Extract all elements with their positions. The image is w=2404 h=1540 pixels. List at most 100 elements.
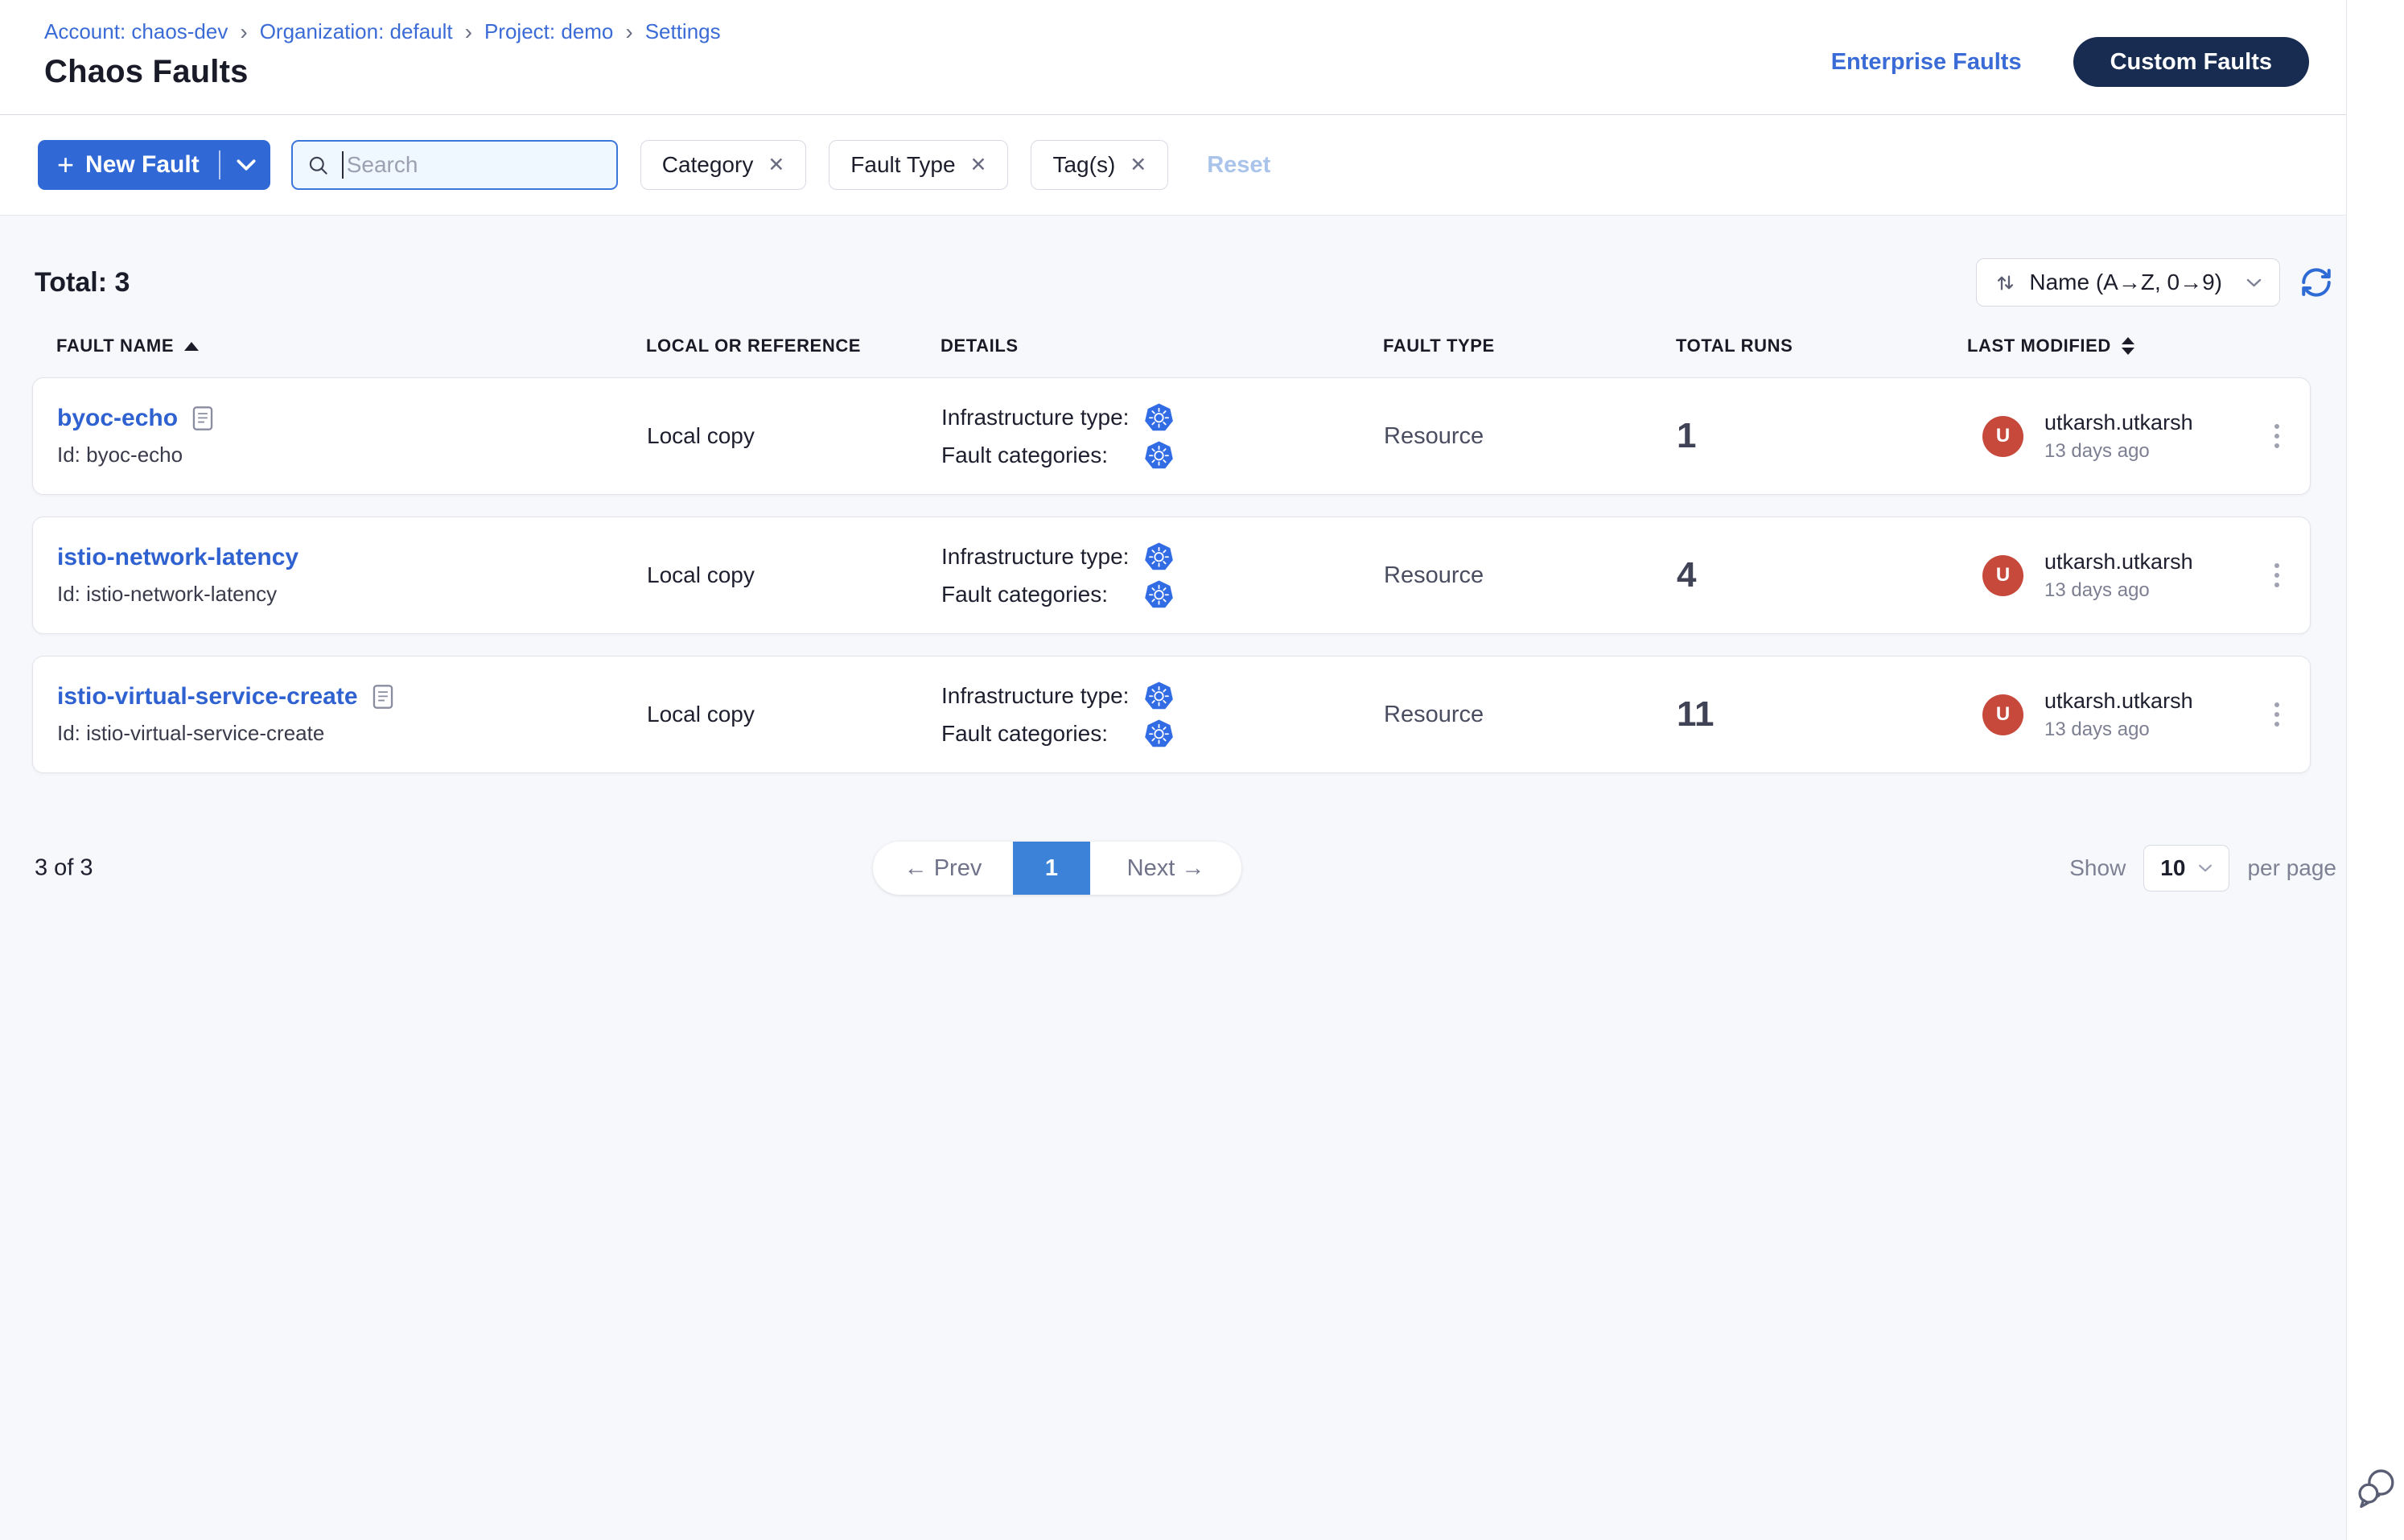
column-label: FAULT NAME bbox=[56, 336, 174, 356]
last-modified-cell: U utkarsh.utkarsh 13 days ago bbox=[1944, 689, 2310, 741]
pager: ← Prev 1 Next → bbox=[873, 842, 1241, 895]
list-header: Total: 3 Name (A→Z, 0→9) bbox=[35, 258, 2335, 307]
infrastructure-type-label: Infrastructure type: bbox=[941, 405, 1144, 430]
fault-id: Id: byoc-echo bbox=[57, 443, 623, 467]
kubernetes-icon[interactable] bbox=[1144, 440, 1174, 470]
kubernetes-icon[interactable] bbox=[1144, 719, 1174, 748]
column-label: DETAILS bbox=[941, 336, 1019, 356]
chevron-down-icon bbox=[2198, 864, 2213, 872]
page-header: Account: chaos-dev › Organization: defau… bbox=[0, 0, 2346, 115]
next-page-button[interactable]: Next → bbox=[1090, 842, 1241, 895]
help-chat-button[interactable] bbox=[2353, 1464, 2399, 1514]
page-size-value: 10 bbox=[2160, 855, 2185, 881]
show-label: Show bbox=[2069, 855, 2126, 881]
kubernetes-icon[interactable] bbox=[1144, 681, 1174, 710]
modified-by-user: utkarsh.utkarsh bbox=[2044, 410, 2193, 435]
fault-name-cell: byoc-echo Id: byoc-echo bbox=[33, 405, 623, 467]
reset-filters-button[interactable]: Reset bbox=[1207, 152, 1270, 179]
column-header-details: DETAILS bbox=[916, 336, 1359, 356]
fault-name-link[interactable]: istio-network-latency bbox=[57, 544, 298, 571]
remove-filter-icon[interactable]: ✕ bbox=[768, 155, 784, 175]
content-area: Total: 3 Name (A→Z, 0→9) bbox=[0, 216, 2346, 1540]
avatar: U bbox=[1982, 555, 2023, 596]
app-root: Account: chaos-dev › Organization: defau… bbox=[0, 0, 2404, 1540]
column-label: LOCAL OR REFERENCE bbox=[646, 336, 861, 356]
kubernetes-icon[interactable] bbox=[1144, 402, 1174, 432]
breadcrumb-settings-link[interactable]: Settings bbox=[645, 19, 721, 44]
total-runs-cell: 1 bbox=[1653, 416, 1944, 456]
fault-type-cell: Resource bbox=[1360, 562, 1653, 589]
modified-time: 13 days ago bbox=[2044, 440, 2193, 463]
breadcrumb-account-link[interactable]: Account: chaos-dev bbox=[44, 19, 228, 44]
column-header-last-modified[interactable]: LAST MODIFIED bbox=[1943, 336, 2311, 356]
column-header-local-or-reference: LOCAL OR REFERENCE bbox=[622, 336, 916, 356]
fault-list: byoc-echo Id: byoc-echo Local copy Infra… bbox=[32, 377, 2311, 773]
chevron-down-icon bbox=[2246, 278, 2262, 287]
remove-filter-icon[interactable]: ✕ bbox=[970, 155, 987, 175]
fault-id: Id: istio-network-latency bbox=[57, 582, 623, 607]
refresh-button[interactable] bbox=[2298, 264, 2335, 301]
remove-filter-icon[interactable]: ✕ bbox=[1130, 155, 1146, 175]
fault-categories-label: Fault categories: bbox=[941, 582, 1144, 607]
doc-icon[interactable] bbox=[373, 684, 393, 710]
fault-name-link[interactable]: byoc-echo bbox=[57, 405, 178, 432]
table-row: byoc-echo Id: byoc-echo Local copy Infra… bbox=[32, 377, 2311, 495]
table-row: istio-virtual-service-create Id: istio-v… bbox=[32, 656, 2311, 773]
column-label: LAST MODIFIED bbox=[1967, 336, 2111, 356]
sort-area: Name (A→Z, 0→9) bbox=[1976, 258, 2335, 307]
row-menu-button[interactable] bbox=[2268, 418, 2286, 455]
row-menu-button[interactable] bbox=[2268, 696, 2286, 733]
column-header-total-runs: TOTAL RUNS bbox=[1652, 336, 1943, 356]
main-column: Account: chaos-dev › Organization: defau… bbox=[0, 0, 2346, 1540]
last-modified-cell: U utkarsh.utkarsh 13 days ago bbox=[1944, 550, 2310, 602]
modified-time: 13 days ago bbox=[2044, 579, 2193, 602]
fault-type-filter-pill[interactable]: Fault Type ✕ bbox=[829, 140, 1008, 190]
fault-type-cell: Resource bbox=[1360, 702, 1653, 728]
local-or-reference-cell: Local copy bbox=[623, 702, 917, 727]
avatar: U bbox=[1982, 416, 2023, 457]
text-caret bbox=[342, 151, 344, 179]
fault-categories-label: Fault categories: bbox=[941, 721, 1144, 747]
breadcrumb-project-link[interactable]: Project: demo bbox=[484, 19, 613, 44]
sort-asc-icon bbox=[184, 342, 199, 351]
doc-icon[interactable] bbox=[192, 406, 213, 431]
row-menu-button[interactable] bbox=[2268, 557, 2286, 594]
details-cell: Infrastructure type: Fault categories: bbox=[917, 681, 1360, 748]
sort-both-icon bbox=[2122, 337, 2134, 355]
enterprise-faults-link[interactable]: Enterprise Faults bbox=[1831, 49, 2022, 76]
modified-by-user: utkarsh.utkarsh bbox=[2044, 550, 2193, 574]
breadcrumb-separator: › bbox=[240, 22, 247, 43]
breadcrumb-org-link[interactable]: Organization: default bbox=[260, 19, 453, 44]
table-header-row: FAULT NAME LOCAL OR REFERENCE DETAILS FA… bbox=[32, 336, 2311, 356]
current-page-button[interactable]: 1 bbox=[1013, 842, 1090, 895]
sort-dropdown-label: Name (A→Z, 0→9) bbox=[2029, 270, 2222, 295]
kubernetes-icon[interactable] bbox=[1144, 541, 1174, 571]
total-runs-cell: 11 bbox=[1653, 694, 1944, 735]
search-input-wrapper[interactable] bbox=[291, 140, 618, 190]
prev-page-button[interactable]: ← Prev bbox=[873, 842, 1013, 895]
right-rail bbox=[2346, 0, 2404, 1540]
infrastructure-type-label: Infrastructure type: bbox=[941, 544, 1144, 570]
modified-time: 13 days ago bbox=[2044, 719, 2193, 741]
sort-dropdown[interactable]: Name (A→Z, 0→9) bbox=[1976, 258, 2280, 307]
local-or-reference-cell: Local copy bbox=[623, 423, 917, 449]
per-page-label: per page bbox=[2247, 855, 2336, 881]
breadcrumb-separator: › bbox=[625, 22, 632, 43]
search-input[interactable] bbox=[347, 152, 588, 178]
column-header-fault-name[interactable]: FAULT NAME bbox=[32, 336, 622, 356]
search-icon bbox=[307, 154, 329, 176]
custom-faults-button[interactable]: Custom Faults bbox=[2073, 37, 2309, 87]
kubernetes-icon[interactable] bbox=[1144, 579, 1174, 609]
tags-filter-pill[interactable]: Tag(s) ✕ bbox=[1031, 140, 1168, 190]
chevron-down-icon[interactable] bbox=[237, 159, 256, 171]
column-header-fault-type: FAULT TYPE bbox=[1359, 336, 1652, 356]
fault-categories-label: Fault categories: bbox=[941, 443, 1144, 468]
fault-name-link[interactable]: istio-virtual-service-create bbox=[57, 683, 358, 710]
breadcrumb-separator: › bbox=[465, 22, 472, 43]
new-fault-button[interactable]: + New Fault bbox=[38, 140, 270, 190]
fault-type-cell: Resource bbox=[1360, 423, 1653, 450]
category-filter-pill[interactable]: Category ✕ bbox=[640, 140, 807, 190]
toolbar: + New Fault Category ✕ Fault Type bbox=[0, 115, 2346, 216]
avatar: U bbox=[1982, 694, 2023, 735]
page-size-dropdown[interactable]: 10 bbox=[2143, 845, 2229, 891]
